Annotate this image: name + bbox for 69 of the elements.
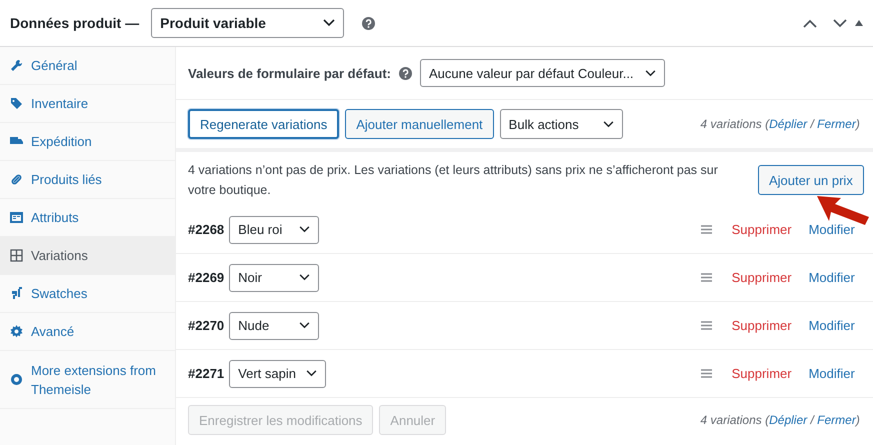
sidebar-tab[interactable]: Expédition bbox=[0, 123, 175, 161]
chevron-down-icon bbox=[299, 322, 310, 329]
expand-link[interactable]: Déplier bbox=[769, 117, 808, 131]
edit-link[interactable]: Modifier bbox=[808, 366, 855, 381]
tag-icon bbox=[10, 97, 23, 110]
variation-id: #2271 bbox=[188, 366, 224, 381]
toolbar-button[interactable]: Regenerate variations bbox=[188, 109, 340, 139]
expand-link[interactable]: Déplier bbox=[769, 413, 808, 427]
sidebar-tab[interactable]: Avancé bbox=[0, 313, 175, 351]
table-icon bbox=[10, 211, 23, 224]
chevron-down-icon[interactable] bbox=[833, 18, 847, 28]
add-price-button[interactable]: Ajouter un prix bbox=[758, 165, 864, 195]
parenthesis: ( bbox=[765, 413, 770, 427]
collapse-link[interactable]: Fermer bbox=[817, 413, 856, 427]
edit-link[interactable]: Modifier bbox=[808, 222, 855, 237]
sidebar-tab[interactable]: Général bbox=[0, 47, 175, 85]
chevron-down-icon bbox=[602, 120, 614, 128]
sidebar-tab[interactable]: Swatches bbox=[0, 275, 175, 313]
notice-text: 4 variations n’ont pas de prix. Les variations (et leurs attributs) sans prix ne s’afficheront pas sur votre boutique. bbox=[188, 162, 719, 199]
chevron-down-icon bbox=[299, 226, 310, 233]
chevron-down-icon bbox=[645, 70, 656, 76]
variation-count: 4 variations bbox=[700, 117, 762, 131]
collapse-triangle-icon[interactable] bbox=[855, 20, 863, 26]
chevron-up-icon[interactable] bbox=[803, 18, 817, 28]
drag-handle-icon[interactable] bbox=[700, 225, 712, 234]
collapse-link[interactable]: Fermer bbox=[817, 117, 856, 131]
variation-attribute-select[interactable]: Nude bbox=[229, 312, 320, 340]
variation-id: #2268 bbox=[188, 222, 224, 237]
parenthesis: ( bbox=[765, 117, 770, 131]
variation-attribute-select[interactable]: Bleu roi bbox=[229, 216, 320, 244]
separator: / bbox=[810, 117, 814, 131]
sidebar-tab[interactable]: More extensions from Themeisle bbox=[0, 351, 175, 409]
chevron-down-icon bbox=[299, 274, 310, 281]
default-value-select[interactable]: Aucune valeur par défaut Couleur... bbox=[420, 59, 666, 87]
delete-link[interactable]: Supprimer bbox=[732, 222, 792, 237]
arrow-icon bbox=[816, 195, 870, 225]
delete-link[interactable]: Supprimer bbox=[732, 318, 792, 333]
gear-icon bbox=[10, 325, 23, 338]
swatch-icon bbox=[10, 287, 23, 300]
product-type-select[interactable]: Produit variable bbox=[151, 8, 344, 38]
help-icon[interactable] bbox=[399, 66, 412, 80]
link-icon bbox=[10, 173, 23, 186]
delete-link[interactable]: Supprimer bbox=[732, 366, 792, 381]
parenthesis: ) bbox=[856, 117, 860, 131]
edit-link[interactable]: Modifier bbox=[808, 270, 855, 285]
variation-id: #2269 bbox=[188, 270, 224, 285]
drag-handle-icon[interactable] bbox=[700, 369, 712, 378]
sidebar-tab[interactable]: Variations bbox=[0, 237, 175, 275]
parenthesis: ) bbox=[856, 413, 860, 427]
help-icon[interactable] bbox=[362, 16, 376, 30]
toolbar-button[interactable]: Ajouter manuellement bbox=[345, 109, 494, 139]
drag-handle-icon[interactable] bbox=[700, 273, 712, 282]
wrench-icon bbox=[10, 59, 23, 72]
grid-icon bbox=[10, 249, 23, 262]
variation-id: #2270 bbox=[188, 318, 224, 333]
sidebar-tab[interactable]: Produits liés bbox=[0, 161, 175, 199]
delete-link[interactable]: Supprimer bbox=[732, 270, 792, 285]
section-title: Données produit — bbox=[10, 15, 140, 31]
variation-attribute-select[interactable]: Noir bbox=[229, 264, 320, 292]
sidebar-tab[interactable]: Inventaire bbox=[0, 85, 175, 123]
chevron-down-icon bbox=[323, 19, 336, 27]
chevron-down-icon bbox=[306, 370, 317, 377]
default-values-label: Valeurs de formulaire par défaut: bbox=[188, 66, 392, 80]
separator: / bbox=[810, 413, 814, 427]
bulk-actions-select[interactable]: Bulk actions bbox=[500, 109, 623, 139]
edit-link[interactable]: Modifier bbox=[808, 318, 855, 333]
variation-attribute-select[interactable]: Vert sapin bbox=[229, 360, 326, 388]
drag-handle-icon[interactable] bbox=[700, 321, 712, 330]
variation-count: 4 variations bbox=[700, 413, 762, 427]
